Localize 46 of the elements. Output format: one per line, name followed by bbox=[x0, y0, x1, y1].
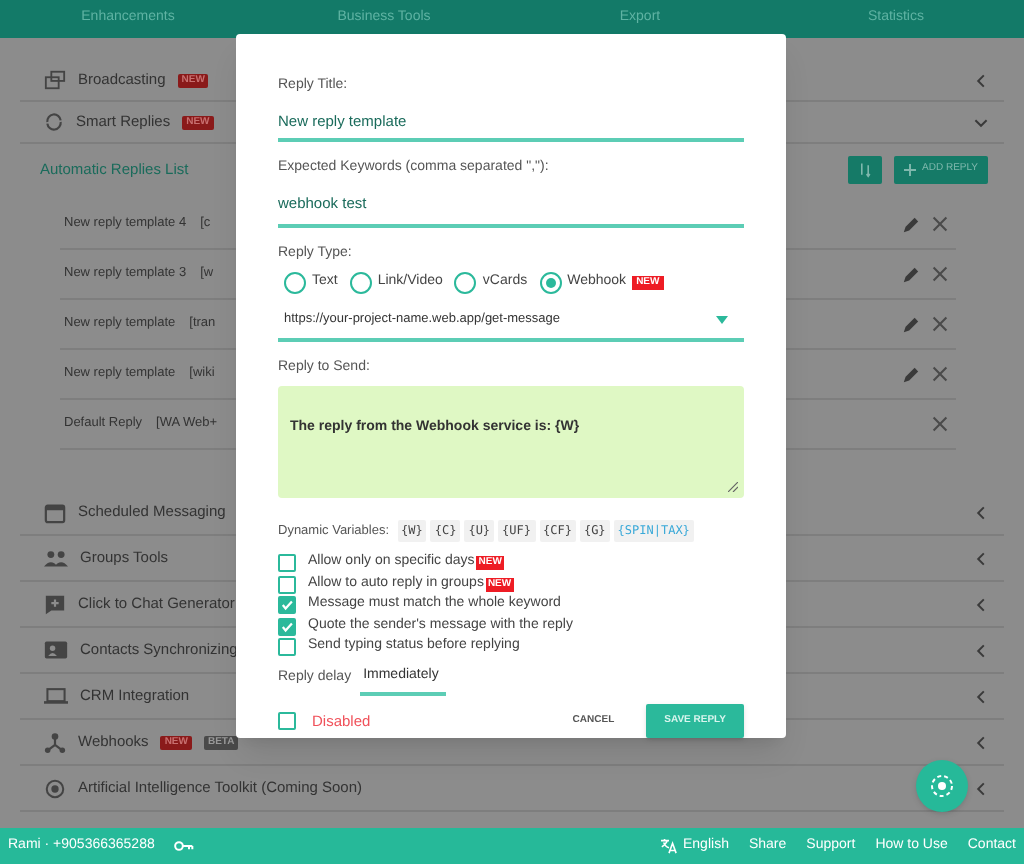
target-icon bbox=[930, 774, 954, 798]
key-icon bbox=[174, 840, 195, 852]
chevron-left-icon[interactable] bbox=[974, 643, 988, 657]
delete-icon[interactable] bbox=[932, 266, 948, 282]
radio-button[interactable] bbox=[454, 272, 477, 294]
chevron-left-icon[interactable] bbox=[974, 551, 988, 565]
refresh-icon bbox=[44, 112, 64, 132]
radio-button[interactable] bbox=[284, 272, 306, 294]
chevron-left-icon[interactable] bbox=[974, 73, 988, 87]
checkbox[interactable] bbox=[278, 575, 296, 593]
chevron-left-icon[interactable] bbox=[974, 735, 988, 749]
copy-stack-icon bbox=[44, 70, 66, 90]
checkbox[interactable] bbox=[278, 596, 296, 614]
people-icon bbox=[44, 548, 68, 568]
checkbox[interactable] bbox=[278, 711, 296, 730]
chevron-left-icon[interactable] bbox=[974, 597, 988, 611]
chevron-left-icon[interactable] bbox=[974, 505, 988, 519]
delete-icon[interactable] bbox=[932, 416, 948, 432]
checkbox[interactable] bbox=[278, 638, 296, 656]
settings-fab[interactable] bbox=[916, 760, 968, 812]
delete-icon[interactable] bbox=[932, 316, 948, 332]
resize-handle-icon[interactable] bbox=[728, 482, 738, 492]
sort-button[interactable] bbox=[848, 156, 883, 184]
chevron-left-icon[interactable] bbox=[974, 781, 988, 795]
laptop-icon bbox=[44, 686, 68, 706]
network-icon bbox=[44, 731, 66, 753]
checkbox[interactable] bbox=[278, 617, 296, 635]
dropdown-caret-icon bbox=[716, 315, 728, 324]
radio-button[interactable] bbox=[539, 272, 562, 294]
checkbox[interactable] bbox=[278, 554, 296, 572]
edit-icon[interactable] bbox=[902, 315, 920, 333]
edit-icon[interactable] bbox=[902, 215, 920, 233]
contact-card-icon bbox=[44, 640, 68, 660]
calendar-icon bbox=[44, 501, 66, 523]
sort-icon bbox=[858, 162, 873, 178]
delete-icon[interactable] bbox=[932, 366, 948, 382]
chat-plus-icon bbox=[44, 593, 66, 615]
plus-icon bbox=[904, 164, 917, 176]
delete-icon[interactable] bbox=[932, 216, 948, 232]
radio-button[interactable] bbox=[349, 272, 372, 294]
chevron-left-icon[interactable] bbox=[974, 689, 988, 703]
edit-icon[interactable] bbox=[902, 365, 920, 383]
chip-icon bbox=[44, 777, 66, 799]
edit-icon[interactable] bbox=[902, 265, 920, 283]
chevron-down-icon[interactable] bbox=[974, 115, 988, 129]
translate-icon bbox=[659, 838, 677, 854]
